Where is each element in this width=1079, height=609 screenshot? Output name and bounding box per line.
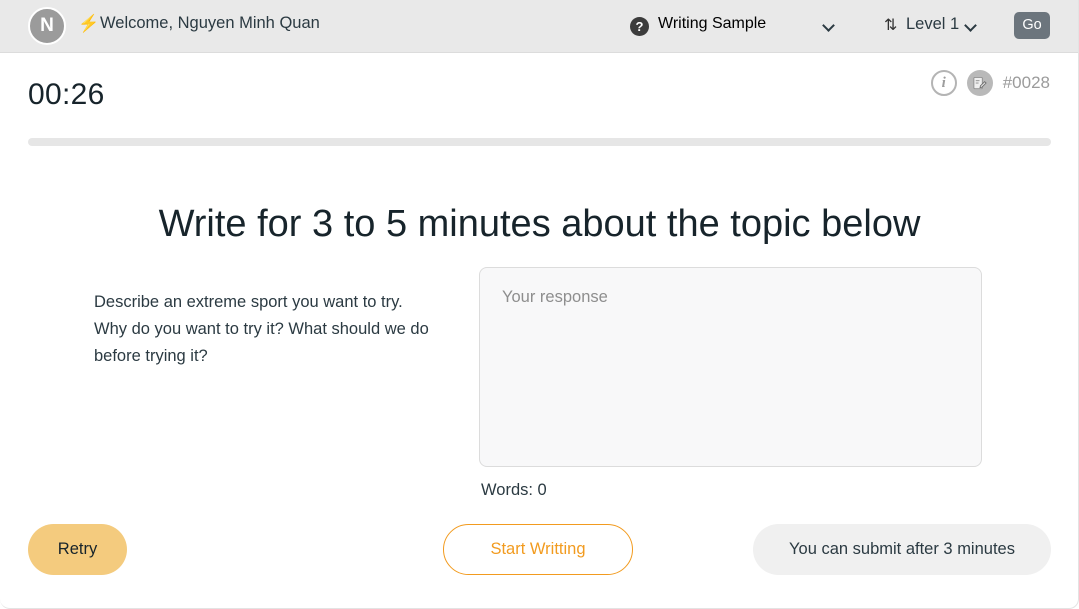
page-title: Write for 3 to 5 minutes about the topic…: [158, 203, 921, 246]
submit-button-disabled: You can submit after 3 minutes: [753, 524, 1051, 575]
prompt-text: Describe an extreme sport you want to tr…: [94, 292, 429, 365]
activity-select-value[interactable]: Writing Sample: [658, 15, 766, 33]
writing-practice-app: N ⚡ Welcome, Nguyen Minh Quan ? Writing …: [0, 0, 1079, 609]
level-select-value[interactable]: Level 1: [906, 15, 959, 34]
bolt-icon: ⚡: [78, 14, 100, 33]
app-header: N ⚡ Welcome, Nguyen Minh Quan ? Writing …: [0, 0, 1078, 53]
word-count: Words: 0: [481, 481, 547, 499]
retry-button[interactable]: Retry: [28, 524, 127, 575]
welcome-message: ⚡ Welcome, Nguyen Minh Quan: [78, 14, 320, 33]
avatar[interactable]: N: [28, 7, 66, 45]
sort-updown-icon[interactable]: ⇅: [884, 16, 897, 35]
welcome-label: Welcome, Nguyen Minh Quan: [100, 14, 320, 32]
chevron-down-icon[interactable]: [966, 21, 977, 28]
status-meta: i #0028: [930, 70, 1050, 96]
go-button[interactable]: Go: [1014, 12, 1050, 39]
note-edit-icon[interactable]: [966, 70, 993, 96]
countdown-timer: 00:26: [28, 78, 105, 111]
info-icon[interactable]: i: [930, 70, 957, 96]
question-mark-icon[interactable]: ?: [630, 17, 649, 36]
start-writing-button[interactable]: Start Writting: [443, 524, 633, 575]
chevron-down-icon[interactable]: [824, 21, 835, 28]
progress-bar: [28, 138, 1051, 146]
ticket-id: #0028: [1002, 73, 1050, 92]
response-textarea[interactable]: [479, 267, 982, 467]
